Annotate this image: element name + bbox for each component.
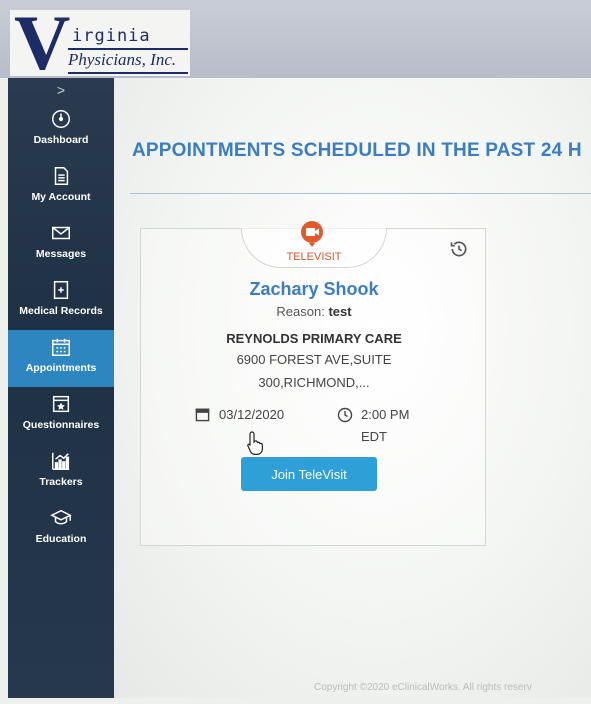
logo-rule-bottom [68,72,188,74]
logo-line-1: irginia [72,26,151,46]
sidebar-item-label: Education [35,533,87,545]
reason-value: test [328,304,352,319]
sidebar-item-appointments[interactable]: Appointments [8,330,114,387]
practice-logo[interactable]: V irginia Physicians, Inc. [10,4,190,82]
clock-icon [337,407,353,423]
envelope-icon [52,226,70,240]
join-televisit-button[interactable]: Join TeleVisit [241,457,377,491]
dashboard-gauge-icon [52,110,70,128]
appointment-reason: Reason: test [141,304,487,319]
logo-line-2: Physicians, Inc. [68,50,177,69]
televisit-video-icon [301,221,323,247]
sidebar-item-messages[interactable]: Messages [8,216,114,273]
practice-name: REYNOLDS PRIMARY CARE [226,331,402,346]
patient-name: Zachary Shook [249,279,379,299]
sidebar-item-medical-records[interactable]: Medical Records [8,273,114,330]
footer-copyright: Copyright ©2020 eClinicalWorks. All righ… [314,682,532,693]
appointment-type-label: TELEVISIT [286,251,342,263]
sidebar: > Dashboard My Account Messages Medical … [8,78,114,698]
document-icon [54,167,69,185]
sidebar-item-trackers[interactable]: Trackers [8,444,114,501]
page-title: APPOINTMENTS SCHEDULED IN THE PAST 24 H [132,140,582,161]
sidebar-item-label: My Account [31,191,91,203]
calendar-icon [195,408,210,422]
calendar-icon [52,338,70,356]
sidebar-item-label: Medical Records [19,305,103,317]
sidebar-expand-button[interactable]: > [8,78,114,102]
history-icon[interactable] [449,239,469,259]
practice-address-line-1: 6900 FOREST AVE,SUITE [236,352,392,367]
appointment-timezone: EDT [361,429,387,444]
sidebar-item-dashboard[interactable]: Dashboard [8,102,114,159]
appointment-date: 03/12/2020 [219,407,285,422]
reason-label: Reason: [276,304,325,319]
main-content: APPOINTMENTS SCHEDULED IN THE PAST 24 H … [114,78,591,698]
sidebar-item-my-account[interactable]: My Account [8,159,114,216]
appointment-card: TELEVISIT Zachary Shook Reason: test REY… [140,221,487,546]
practice-address-line-2: 300,RICHMOND,... [258,375,370,390]
sidebar-item-label: Appointments [25,362,97,374]
sidebar-item-label: Trackers [39,476,83,488]
sidebar-item-education[interactable]: Education [8,501,114,558]
top-banner: V irginia Physicians, Inc. [0,0,591,82]
sidebar-item-label: Dashboard [33,134,89,146]
records-icon [53,281,69,299]
questionnaire-icon [52,395,70,413]
chart-icon [52,452,70,470]
sidebar-item-label: Messages [35,248,87,260]
hand-cursor-icon [247,431,264,455]
title-divider [130,193,591,194]
sidebar-item-label: Questionnaires [22,419,100,431]
graduation-cap-icon [50,509,72,525]
sidebar-item-questionnaires[interactable]: Questionnaires [8,387,114,444]
logo-letter: V [14,0,71,86]
appointment-time: 2:00 PM [361,407,410,422]
